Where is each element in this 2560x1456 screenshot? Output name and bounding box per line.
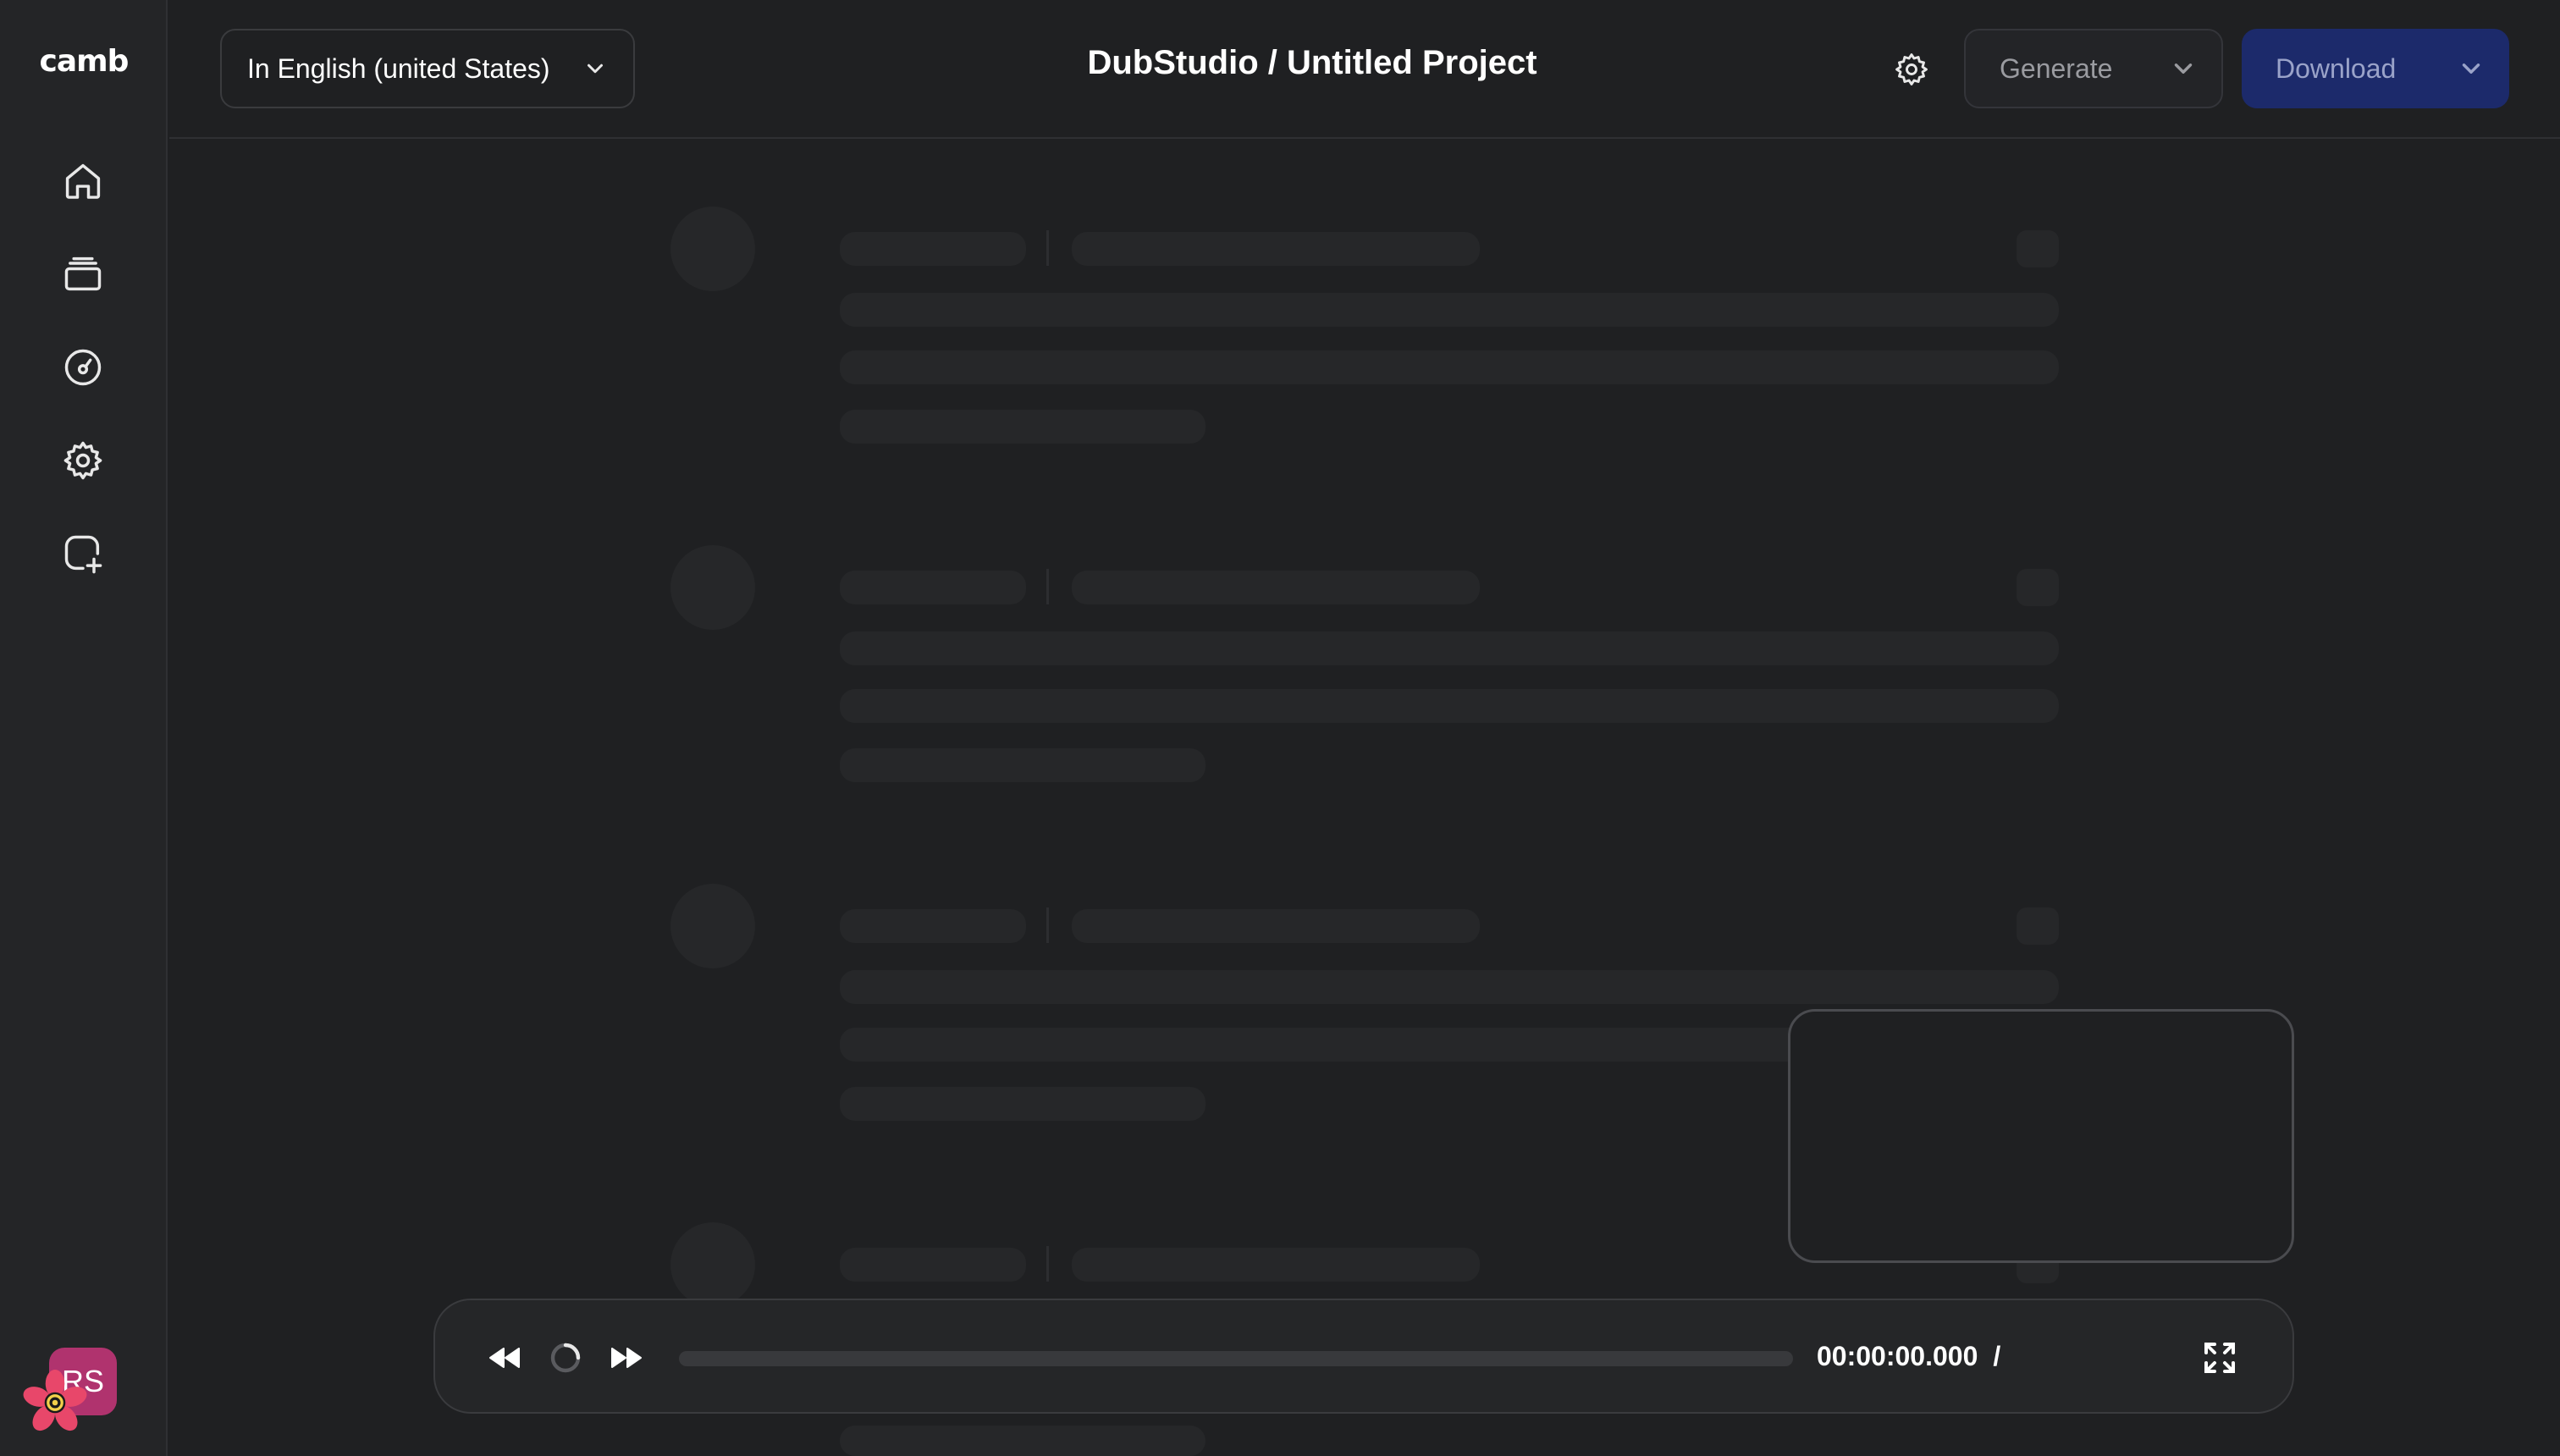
skeleton-line [840, 909, 1026, 943]
generate-button[interactable]: Generate [1964, 29, 2223, 108]
flower-badge-icon[interactable] [20, 1368, 90, 1437]
skeleton-line [840, 350, 2059, 384]
skeleton-line [1072, 571, 1480, 604]
skeleton-line [1072, 232, 1480, 266]
header: In English (united States) DubStudio / U… [169, 0, 2560, 139]
skeleton-line [840, 689, 2059, 723]
skeleton-divider [1046, 569, 1049, 604]
home-icon[interactable] [56, 154, 110, 208]
skeleton-line [840, 232, 1026, 266]
current-time: 00:00:00.000 [1817, 1341, 1978, 1371]
chevron-down-icon[interactable] [2457, 54, 2486, 83]
logo[interactable]: camb [0, 44, 168, 79]
chevron-down-icon [588, 63, 603, 74]
time-display: 00:00:00.000 / [1817, 1341, 2000, 1372]
skeleton-avatar [670, 1222, 755, 1307]
skeleton-divider [1046, 907, 1049, 943]
skeleton-line [840, 631, 2059, 665]
fast-forward-icon[interactable] [603, 1334, 650, 1382]
player-bar: 00:00:00.000 / [433, 1299, 2294, 1414]
app-root: camb RS In English (united States) DubSt… [0, 0, 2560, 1456]
progress-bar[interactable] [679, 1351, 1793, 1366]
video-preview[interactable] [1788, 1009, 2294, 1263]
skeleton-avatar [670, 884, 755, 968]
skeleton-line [840, 970, 2059, 1004]
download-button-label: Download [2276, 52, 2397, 84]
skeleton-line [840, 571, 1026, 604]
skeleton-avatar [670, 207, 755, 291]
fullscreen-icon[interactable] [2196, 1334, 2243, 1382]
chevron-down-icon[interactable] [2169, 54, 2198, 83]
skeleton-avatar [670, 545, 755, 630]
skeleton-line [840, 748, 1206, 782]
skeleton-icon [2017, 230, 2059, 267]
skeleton-line [840, 293, 2059, 327]
skeleton-line [840, 410, 1206, 444]
language-select[interactable]: In English (united States) [220, 29, 635, 108]
download-button[interactable]: Download [2242, 29, 2509, 108]
skeleton-line [1072, 909, 1480, 943]
language-select-value: In English (united States) [247, 52, 550, 84]
skeleton-line [840, 1087, 1206, 1121]
skeleton-line [840, 1426, 1206, 1456]
skeleton-icon [2017, 569, 2059, 606]
rewind-icon[interactable] [481, 1334, 528, 1382]
skeleton-icon [2017, 907, 2059, 945]
sidebar: camb RS [0, 0, 168, 1456]
time-separator: / [1993, 1341, 2001, 1371]
skeleton-divider [1046, 230, 1049, 266]
gauge-icon[interactable] [56, 340, 110, 394]
add-chat-icon[interactable] [56, 527, 110, 581]
settings-icon[interactable] [1888, 46, 1935, 93]
layers-icon[interactable] [56, 247, 110, 301]
gear-icon[interactable] [56, 433, 110, 488]
loading-spinner-icon[interactable] [542, 1334, 589, 1382]
skeleton-divider [1046, 1246, 1049, 1282]
skeleton-line [1072, 1248, 1480, 1282]
skeleton-line [840, 1248, 1026, 1282]
generate-button-label: Generate [2000, 52, 2113, 84]
page-title: DubStudio / Untitled Project [1087, 44, 1537, 81]
